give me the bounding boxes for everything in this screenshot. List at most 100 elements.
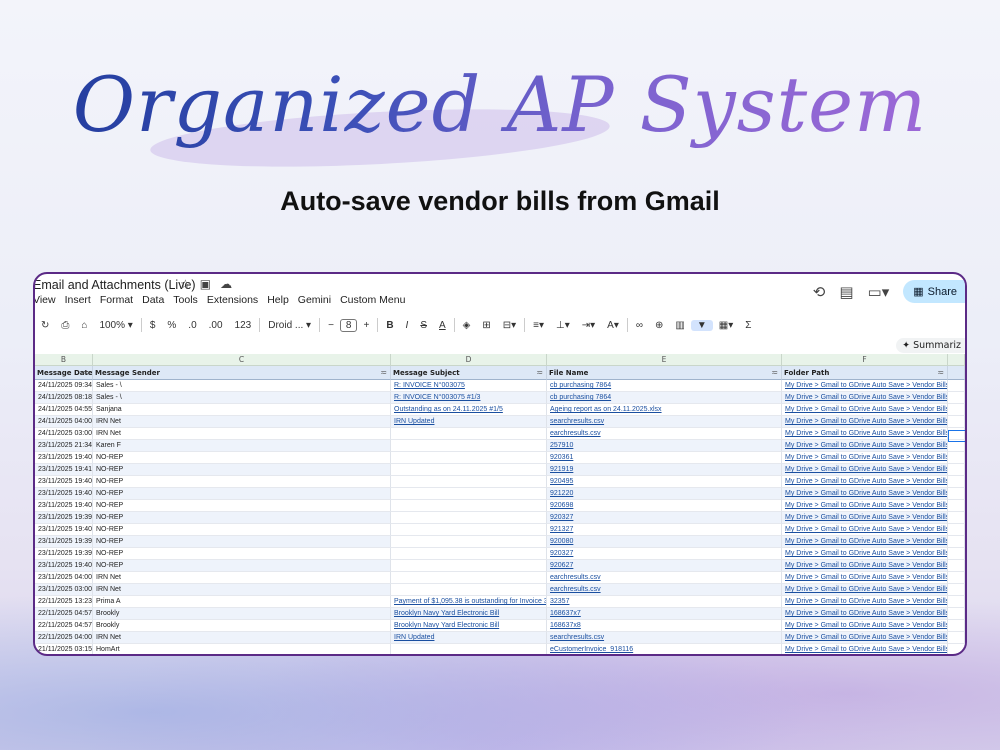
cell-message-date[interactable]: 23/11/2025 21:34 [35, 440, 93, 452]
cell-folder-path[interactable]: My Drive > Gmail to GDrive Auto Save > V… [782, 428, 948, 440]
zoom-select[interactable]: 100% ▾ [93, 320, 138, 331]
cell-message-date[interactable]: 23/11/2025 03:00 [35, 584, 93, 596]
cell-file-name[interactable]: searchresults.csv [547, 632, 782, 644]
cell-message-subject[interactable] [391, 488, 547, 500]
cell-folder-path[interactable]: My Drive > Gmail to GDrive Auto Save > V… [782, 392, 948, 404]
cell-file-name[interactable]: 921220 [547, 488, 782, 500]
cell-message-subject[interactable] [391, 428, 547, 440]
header-message-subject[interactable]: Message Subject ≂ [391, 366, 547, 380]
cell-folder-path[interactable]: My Drive > Gmail to GDrive Auto Save > V… [782, 608, 948, 620]
cell-message-subject[interactable] [391, 464, 547, 476]
cell-empty[interactable] [948, 572, 965, 584]
merge-cells-icon[interactable]: ⊟▾ [497, 320, 522, 331]
cell-message-date[interactable]: 23/11/2025 19:39 [35, 512, 93, 524]
selected-cell[interactable] [948, 430, 965, 442]
cell-message-date[interactable]: 23/11/2025 19:40 [35, 524, 93, 536]
cell-message-subject[interactable] [391, 572, 547, 584]
cell-message-subject[interactable] [391, 548, 547, 560]
filter-dropdown-icon[interactable]: ≂ [771, 366, 778, 379]
menu-help[interactable]: Help [267, 294, 289, 306]
increase-decimal-button[interactable]: .00 [203, 320, 229, 331]
cell-message-subject[interactable] [391, 500, 547, 512]
cell-message-date[interactable]: 23/11/2025 19:41 [35, 464, 93, 476]
cell-empty[interactable] [948, 500, 965, 512]
cell-file-name[interactable]: earchresults.csv [547, 428, 782, 440]
cell-file-name[interactable]: 32357 [547, 596, 782, 608]
cell-empty[interactable] [948, 596, 965, 608]
cell-message-date[interactable]: 23/11/2025 19:40 [35, 476, 93, 488]
header-message-date[interactable]: Message Date ≂ [35, 366, 93, 380]
cell-message-subject[interactable]: IRN Updated [391, 632, 547, 644]
meet-icon[interactable]: ▭▾ [868, 283, 890, 301]
cell-folder-path[interactable]: My Drive > Gmail to GDrive Auto Save > V… [782, 488, 948, 500]
cell-file-name[interactable]: cb purchasing 7864 [547, 392, 782, 404]
cell-empty[interactable] [948, 620, 965, 632]
cell-message-sender[interactable]: NO-REP [93, 452, 391, 464]
cell-folder-path[interactable]: My Drive > Gmail to GDrive Auto Save > V… [782, 620, 948, 632]
text-wrap-icon[interactable]: ⇥▾ [576, 320, 601, 331]
cell-message-subject[interactable] [391, 560, 547, 572]
cell-message-sender[interactable]: Sales - \ [93, 392, 391, 404]
cell-folder-path[interactable]: My Drive > Gmail to GDrive Auto Save > V… [782, 524, 948, 536]
cell-message-sender[interactable]: Prima A [93, 596, 391, 608]
fill-color-icon[interactable]: ◈ [457, 320, 477, 331]
insert-comment-icon[interactable]: ⊕ [649, 320, 669, 331]
cell-message-date[interactable]: 21/11/2025 03:15 [35, 644, 93, 654]
cloud-saved-icon[interactable]: ☁ [220, 277, 232, 291]
cell-empty[interactable] [948, 512, 965, 524]
cell-empty[interactable] [948, 536, 965, 548]
cell-empty[interactable] [948, 416, 965, 428]
cell-message-sender[interactable]: IRN Net [93, 584, 391, 596]
cell-message-date[interactable]: 22/11/2025 04:57 [35, 608, 93, 620]
cell-file-name[interactable]: 920361 [547, 452, 782, 464]
cell-message-sender[interactable]: Karen F [93, 440, 391, 452]
column-header-e[interactable]: E [547, 354, 782, 366]
cell-file-name[interactable]: 920080 [547, 536, 782, 548]
cell-message-subject[interactable]: Brooklyn Navy Yard Electronic Bill [391, 620, 547, 632]
menu-data[interactable]: Data [142, 294, 164, 306]
cell-folder-path[interactable]: My Drive > Gmail to GDrive Auto Save > V… [782, 632, 948, 644]
currency-button[interactable]: $ [144, 320, 162, 331]
header-folder-path[interactable]: Folder Path ≂ [782, 366, 948, 380]
cell-message-sender[interactable]: NO-REP [93, 476, 391, 488]
column-header-b[interactable]: B [35, 354, 93, 366]
cell-message-sender[interactable]: IRN Net [93, 428, 391, 440]
cell-empty[interactable] [948, 632, 965, 644]
cell-folder-path[interactable]: My Drive > Gmail to GDrive Auto Save > V… [782, 644, 948, 654]
menu-format[interactable]: Format [100, 294, 133, 306]
filter-icon[interactable]: ▼ [690, 319, 713, 331]
cell-message-date[interactable]: 24/11/2025 03:00 [35, 428, 93, 440]
cell-message-subject[interactable] [391, 536, 547, 548]
cell-file-name[interactable]: cb purchasing 7864 [547, 380, 782, 392]
menu-insert[interactable]: Insert [65, 294, 91, 306]
cell-empty[interactable] [948, 452, 965, 464]
column-header-d[interactable]: D [391, 354, 547, 366]
menu-view[interactable]: View [35, 294, 56, 306]
filter-dropdown-icon[interactable]: ≂ [937, 366, 944, 379]
cell-message-sender[interactable]: NO-REP [93, 488, 391, 500]
cell-empty[interactable] [948, 380, 965, 392]
cell-message-date[interactable]: 23/11/2025 19:40 [35, 560, 93, 572]
star-icon[interactable]: ☆ [180, 277, 191, 291]
menu-custom[interactable]: Custom Menu [340, 294, 405, 306]
cell-file-name[interactable]: searchresults.csv [547, 416, 782, 428]
cell-message-sender[interactable]: IRN Net [93, 572, 391, 584]
cell-file-name[interactable]: 920327 [547, 512, 782, 524]
cell-message-subject[interactable] [391, 476, 547, 488]
cell-message-subject[interactable] [391, 440, 547, 452]
share-button[interactable]: ▦ Share [903, 280, 965, 303]
header-file-name[interactable]: File Name ≂ [547, 366, 782, 380]
cell-message-subject[interactable] [391, 584, 547, 596]
cell-file-name[interactable]: 168637x8 [547, 620, 782, 632]
cell-message-date[interactable]: 24/11/2025 09:34 [35, 380, 93, 392]
horizontal-align-icon[interactable]: ≡▾ [527, 320, 550, 331]
cell-message-subject[interactable] [391, 512, 547, 524]
cell-empty[interactable] [948, 608, 965, 620]
cell-folder-path[interactable]: My Drive > Gmail to GDrive Auto Save > V… [782, 476, 948, 488]
cell-empty[interactable] [948, 392, 965, 404]
cell-message-sender[interactable]: NO-REP [93, 512, 391, 524]
cell-message-sender[interactable]: NO-REP [93, 500, 391, 512]
filter-views-icon[interactable]: ▦▾ [713, 320, 739, 331]
cell-message-sender[interactable]: NO-REP [93, 464, 391, 476]
column-header-g[interactable] [948, 354, 965, 366]
